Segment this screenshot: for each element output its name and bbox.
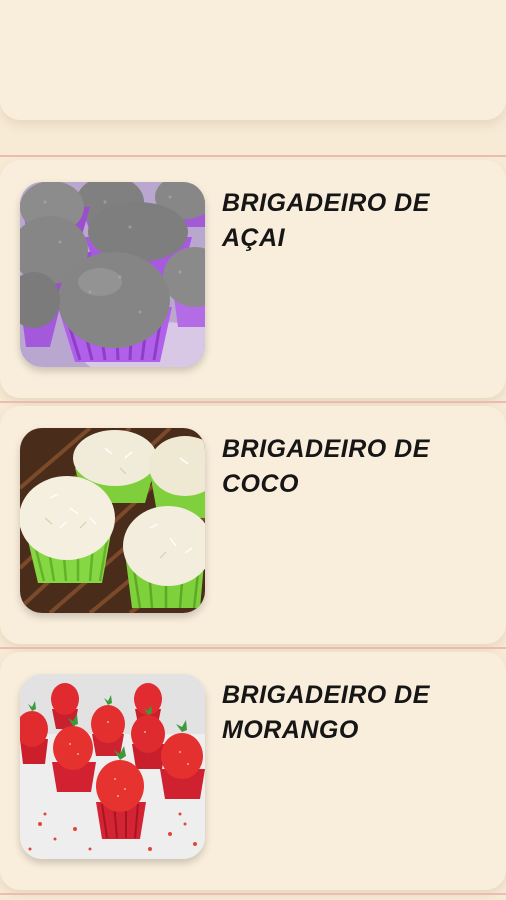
recipe-card-acai[interactable]: BRIGADEIRO DE AÇAI — [0, 160, 506, 398]
recipe-title-coco[interactable]: BRIGADEIRO DE COCO — [222, 432, 482, 502]
previous-recipe-card[interactable] — [0, 0, 506, 120]
recipe-title-acai[interactable]: BRIGADEIRO DE AÇAI — [222, 186, 482, 256]
strawberry-brigadeiro-photo — [20, 674, 205, 859]
coconut-brigadeiro-photo — [20, 428, 205, 613]
card-divider — [0, 155, 506, 157]
recipe-image-coco[interactable] — [20, 428, 205, 613]
card-divider — [0, 647, 506, 649]
acai-brigadeiro-photo — [20, 182, 205, 367]
recipe-card-coco[interactable]: BRIGADEIRO DE COCO — [0, 406, 506, 644]
recipe-image-acai[interactable] — [20, 182, 205, 367]
card-divider — [0, 893, 506, 895]
recipe-image-morango[interactable] — [20, 674, 205, 859]
recipe-card-morango[interactable]: BRIGADEIRO DE MORANGO — [0, 652, 506, 890]
recipe-title-morango[interactable]: BRIGADEIRO DE MORANGO — [222, 678, 482, 748]
card-divider — [0, 401, 506, 403]
